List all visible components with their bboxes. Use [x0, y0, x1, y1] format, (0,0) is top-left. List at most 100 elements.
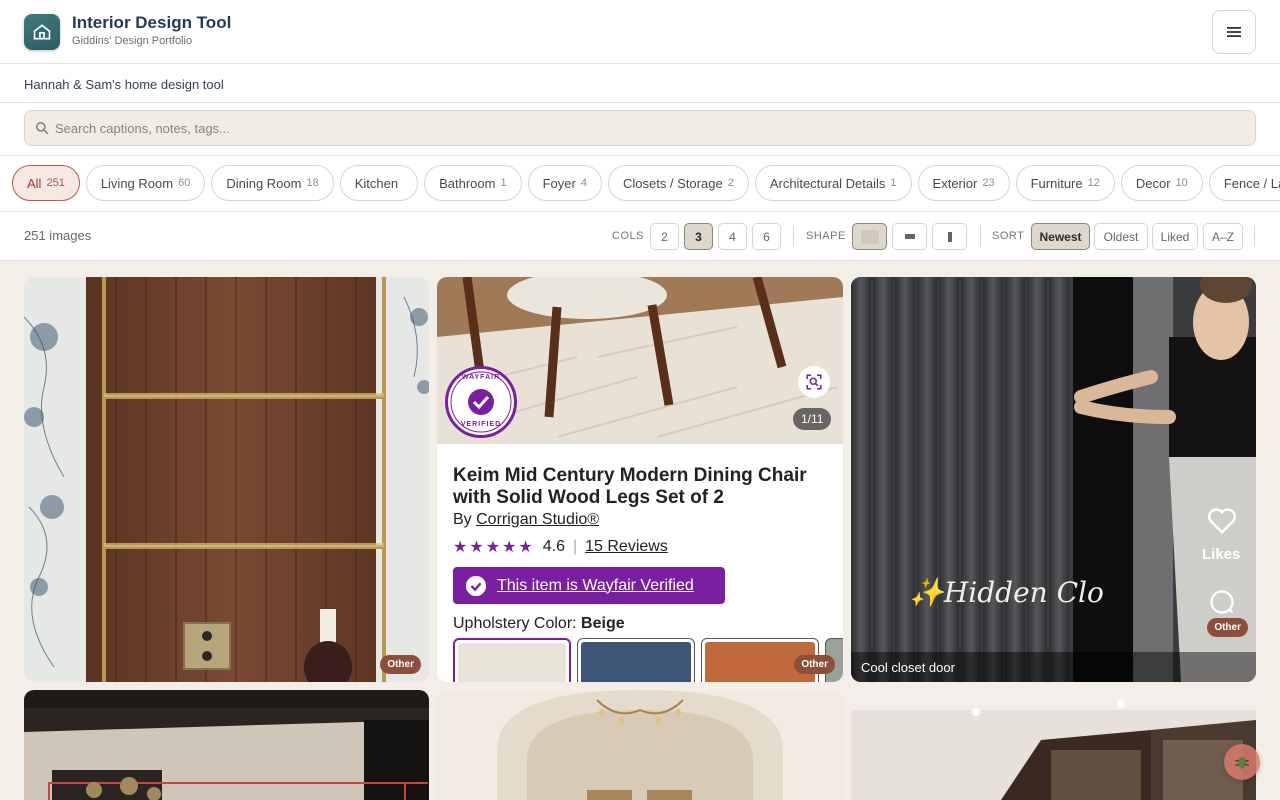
sort-oldest-button[interactable]: Oldest	[1094, 223, 1148, 250]
search-input[interactable]	[55, 111, 1245, 145]
cols-4-button[interactable]: 4	[718, 223, 747, 250]
tile-photo	[851, 690, 1256, 800]
chip-count: 12	[1087, 177, 1100, 189]
category-chip-all[interactable]: All 251	[12, 165, 80, 201]
tile-photo	[24, 277, 429, 682]
shape-square-button[interactable]	[852, 223, 887, 250]
verified-banner[interactable]: This item is Wayfair Verified	[453, 567, 725, 604]
image-counter: 1/11	[793, 408, 832, 430]
category-chip-foyer[interactable]: Foyer 4	[527, 165, 602, 201]
chip-count: 23	[982, 177, 995, 189]
app-subtitle: Giddins' Design Portfolio	[72, 35, 193, 47]
chip-label: Bathroom	[439, 175, 496, 191]
category-chip-bathroom[interactable]: Bathroom 1	[424, 165, 522, 201]
gallery-tile-closet-door[interactable]: ✨Hidden Clo Likes Cool closet door Other	[851, 277, 1256, 682]
category-chip-closets-storage[interactable]: Closets / Storage 2	[607, 165, 749, 201]
divider	[1254, 226, 1255, 246]
gallery-tile-wood-shelf[interactable]: Other	[24, 277, 429, 682]
category-tag: Other	[1207, 618, 1248, 637]
seal-text-bottom: VERIFIED	[460, 421, 502, 428]
gallery-tile-product[interactable]: WAYFAIR VERIFIED 1/11 Keim Mid Century M…	[437, 277, 843, 682]
divider: |	[572, 538, 578, 555]
category-chip-decor[interactable]: Decor 10	[1120, 165, 1203, 201]
square-shape-icon	[860, 229, 879, 244]
tile-photo	[24, 690, 429, 800]
tagline-bar: Hannah & Sam's home design tool	[0, 64, 1280, 103]
search-box[interactable]	[24, 110, 1256, 146]
reviews-link[interactable]: 15 Reviews	[585, 538, 668, 556]
portrait-shape-icon	[947, 231, 952, 242]
chip-label: Living Room	[100, 175, 174, 191]
brand-link[interactable]: Corrigan Studio®	[476, 511, 599, 528]
tagline: Hannah & Sam's home design tool	[24, 77, 224, 92]
chip-label: Foyer	[542, 175, 576, 191]
category-filter-bar: All 251 Living Room 60 Dining Room 18 Kitch…	[0, 155, 1280, 212]
search-area	[0, 103, 1280, 155]
shape-portrait-button[interactable]	[932, 223, 967, 250]
rating-stars-icon: ★★★★★	[453, 539, 535, 556]
zoom-lens-button[interactable]	[798, 366, 830, 398]
chip-label: Architectural Details	[769, 175, 886, 191]
chip-count: 10	[1175, 177, 1188, 189]
gallery-tile-dark-beams[interactable]	[24, 690, 429, 800]
category-chip-dining-room[interactable]: Dining Room 18	[211, 165, 334, 201]
by-prefix: By	[453, 511, 477, 528]
swatch-beige[interactable]	[453, 638, 571, 682]
chip-label: Kitchen	[354, 175, 399, 191]
rating-row: ★★★★★ 4.6 | 15 Reviews	[453, 537, 668, 557]
wayfair-verified-seal: WAYFAIR VERIFIED	[445, 366, 517, 438]
chip-label: Dining Room	[226, 175, 302, 191]
heart-icon[interactable]	[1207, 507, 1237, 535]
gallery-tile-glass-doors[interactable]	[851, 690, 1256, 800]
divider	[980, 226, 981, 246]
category-chip-living-room[interactable]: Living Room 60	[85, 165, 206, 201]
category-chip-furniture[interactable]: Furniture 12	[1015, 165, 1115, 201]
chip-label: Exterior	[932, 175, 978, 191]
chip-label: Closets / Storage	[622, 175, 723, 191]
chip-count: 4	[580, 177, 587, 189]
cols-6-button[interactable]: 6	[752, 223, 781, 250]
photo-caption: Cool closet door	[861, 660, 955, 675]
chip-count: 18	[306, 177, 319, 189]
category-chip-exterior[interactable]: Exterior 23	[917, 165, 1010, 201]
cols-3-button[interactable]: 3	[684, 223, 713, 250]
sort-label: SORT	[992, 230, 1025, 242]
home-logo-icon[interactable]	[24, 14, 60, 50]
chip-label: All	[27, 175, 42, 191]
category-tag: Other	[794, 655, 835, 674]
app-header: Interior Design Tool Giddins' Design Por…	[0, 0, 1280, 64]
sort-liked-button[interactable]: Liked	[1152, 223, 1198, 250]
chip-label: Fence / La	[1223, 175, 1280, 191]
category-chip-architectural-details[interactable]: Architectural Details 1	[754, 165, 912, 201]
floating-feedback-button[interactable]	[1224, 744, 1260, 780]
comment-icon[interactable]	[1208, 588, 1236, 616]
sort-newest-button[interactable]: Newest	[1031, 223, 1090, 250]
cols-2-button[interactable]: 2	[650, 223, 679, 250]
tile-photo	[437, 690, 843, 800]
product-byline: By Corrigan Studio®	[453, 511, 599, 529]
gallery-tile-arched-closet[interactable]	[437, 690, 843, 800]
chip-label: Furniture	[1030, 175, 1083, 191]
verified-text: This item is Wayfair Verified	[497, 576, 694, 594]
chip-count: 60	[178, 177, 191, 189]
chip-count: 1	[890, 177, 897, 189]
hamburger-menu-button[interactable]	[1212, 10, 1256, 54]
video-overlay-text: ✨Hidden Clo	[909, 576, 1104, 609]
swatch-blue[interactable]	[577, 638, 695, 682]
category-tag: Other	[380, 655, 421, 674]
app-title: Interior Design Tool	[72, 13, 232, 32]
tile-photo	[851, 277, 1256, 682]
product-title: Keim Mid Century Modern Dining Chair wit…	[453, 465, 807, 508]
option-value: Beige	[581, 615, 625, 632]
landscape-shape-icon	[904, 234, 915, 239]
category-chip-fence[interactable]: Fence / La	[1208, 165, 1280, 201]
cols-label: COLS	[612, 230, 644, 242]
option-label-row: Upholstery Color: Beige	[453, 615, 625, 633]
option-label: Upholstery Color:	[453, 615, 582, 632]
shape-landscape-button[interactable]	[892, 223, 927, 250]
shape-label: SHAPE	[806, 230, 846, 242]
sort-az-button[interactable]: A–Z	[1203, 223, 1243, 250]
seal-text-top: WAYFAIR	[461, 374, 501, 381]
verified-check-icon	[465, 575, 487, 596]
category-chip-kitchen[interactable]: Kitchen	[339, 165, 419, 201]
